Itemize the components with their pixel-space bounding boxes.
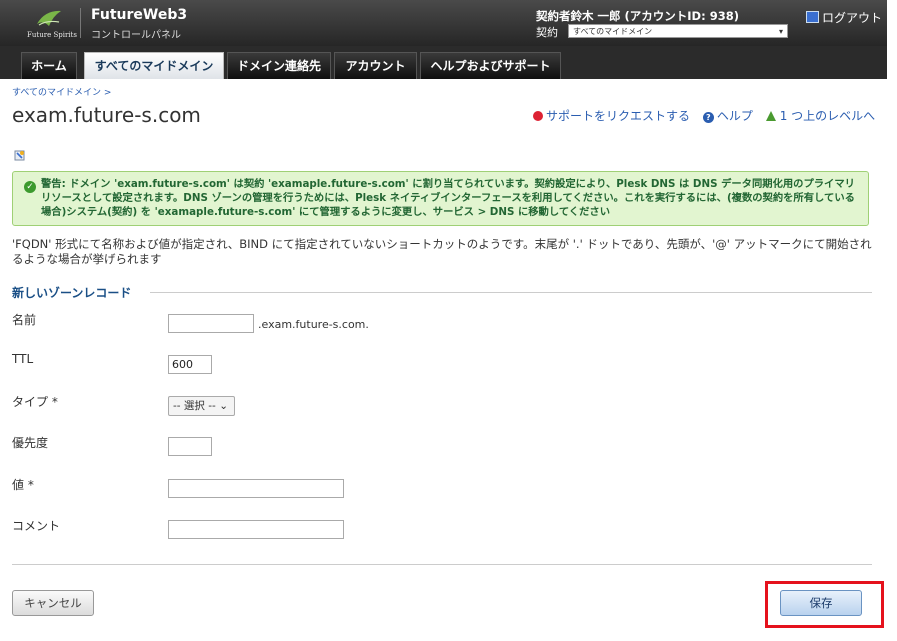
description-text: 'FQDN' 形式にて名称および値が指定され、BIND にて指定されていないショ… [12,237,872,266]
top-header: Future Spirits FutureWeb3 コントロールパネル 契約者鈴… [0,0,887,46]
brand-subtitle: コントロールパネル [91,30,181,41]
support-icon [533,111,543,121]
subscription-select[interactable]: すべてのマイドメイン ▾ [568,24,788,38]
type-select[interactable]: -- 選択 -- ⌄ [168,396,235,416]
value-input[interactable] [168,479,344,498]
main-content: すべてのマイドメイン > exam.future-s.com サポートをリクエス… [0,79,887,641]
tab-account[interactable]: アカウント [334,52,417,79]
type-label: タイプ * [12,395,58,409]
warning-text: 警告: ドメイン 'exam.future-s.com' は契約 'examap… [41,178,855,218]
ttl-input[interactable] [168,355,212,374]
up-level-link[interactable]: 1 つ上のレベルへ [765,109,876,123]
name-input[interactable] [168,314,254,333]
cancel-button[interactable]: キャンセル [12,590,94,616]
tab-domain-contacts[interactable]: ドメイン連絡先 [227,52,331,79]
user-info: 契約者鈴木 一郎 (アカウントID: 938) [536,9,739,23]
tab-home[interactable]: ホーム [21,52,77,79]
header-divider [80,8,81,38]
logout-label: ログアウト [822,11,883,25]
priority-label: 優先度 [12,436,49,450]
leaf-logo-icon [37,10,61,26]
section-title: 新しいゾーンレコード [12,286,132,300]
request-support-label: サポートをリクエストする [546,109,691,123]
form-footer-divider [12,564,872,565]
name-suffix: .exam.future-s.com. [258,318,369,331]
warning-message: ✓ 警告: ドメイン 'exam.future-s.com' は契約 'exam… [12,171,869,226]
logout-link[interactable]: ログアウト [806,9,882,26]
comment-label: コメント [12,519,61,533]
up-level-label: 1 つ上のレベルへ [779,109,876,123]
help-label: ヘルプ [716,109,753,123]
save-highlight-box [765,581,884,628]
chevron-down-icon: ⌄ [219,400,228,412]
subscription-label: 契約 [536,26,558,39]
ttl-label: TTL [12,352,34,366]
page-title: exam.future-s.com [12,103,201,127]
tool-icon[interactable] [14,149,26,161]
value-label: 値 * [12,478,34,492]
chevron-down-icon: ▾ [778,27,783,36]
name-label: 名前 [12,313,37,327]
request-support-link[interactable]: サポートをリクエストする [533,109,690,123]
subscription-select-value: すべてのマイドメイン [573,27,653,36]
brand-title: FutureWeb3 [91,7,188,23]
logo-text: Future Spirits [27,31,77,39]
tab-all-domains[interactable]: すべてのマイドメイン [84,52,224,79]
logo: Future Spirits [22,6,78,42]
section-divider [150,292,872,293]
comment-input[interactable] [168,520,344,539]
up-arrow-icon [765,111,776,121]
help-link[interactable]: ? ヘルプ [702,109,753,123]
logout-icon [806,11,819,23]
help-icon: ? [702,112,714,123]
check-icon: ✓ [24,181,36,193]
priority-input[interactable] [168,437,212,456]
page-actions: サポートをリクエストする ? ヘルプ 1 つ上のレベルへ [533,107,884,124]
tab-help-support[interactable]: ヘルプおよびサポート [420,52,561,79]
main-nav: ホーム すべてのマイドメイン ドメイン連絡先 アカウント ヘルプおよびサポート [0,46,887,80]
breadcrumb[interactable]: すべてのマイドメイン > [12,85,111,98]
type-select-value: -- 選択 -- [173,400,216,412]
